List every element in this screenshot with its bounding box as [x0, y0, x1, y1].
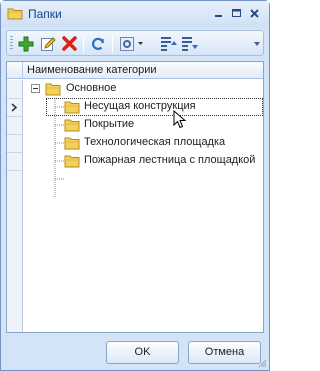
folder-icon — [64, 101, 80, 114]
row-indicator-column — [7, 80, 23, 332]
collapse-node-icon[interactable] — [31, 84, 40, 93]
folder-icon — [64, 155, 80, 168]
cancel-button[interactable]: Отмена — [188, 341, 261, 364]
tree-node-label: Основное — [66, 82, 117, 94]
toolbar-separator — [112, 35, 113, 53]
tree-node-label: Технологическая площадка — [84, 136, 226, 148]
minimize-icon[interactable] — [211, 6, 226, 21]
toolbar-overflow-icon[interactable] — [253, 39, 261, 49]
tree-node-root[interactable]: Основное — [28, 80, 258, 98]
category-tree-grid: Наименование категории Основное Несущая … — [6, 61, 264, 333]
maximize-icon[interactable] — [229, 6, 244, 21]
toolbar — [6, 30, 264, 56]
header-corner — [7, 62, 23, 79]
row-indicator[interactable] — [7, 80, 22, 99]
folder-icon — [64, 137, 80, 150]
delete-icon[interactable] — [60, 35, 78, 53]
row-indicator[interactable] — [7, 152, 22, 171]
tree-node[interactable]: Пожарная лестница с площадкой — [64, 152, 260, 170]
resize-grip-icon[interactable] — [257, 358, 267, 368]
title-bar[interactable]: Папки — [1, 1, 269, 27]
edit-icon[interactable] — [39, 35, 57, 53]
window-title: Папки — [28, 7, 62, 21]
row-indicator[interactable] — [7, 116, 22, 135]
folder-icon — [64, 119, 80, 132]
tree-node-label: Пожарная лестница с площадкой — [84, 154, 256, 166]
expand-all-icon[interactable] — [159, 35, 177, 53]
collapse-all-icon[interactable] — [180, 35, 198, 53]
folder-icon — [7, 8, 23, 20]
toolbar-separator — [83, 35, 84, 53]
category-tree: Основное Несущая конструкция Покрытие Те… — [24, 80, 263, 332]
current-row-arrow-icon — [11, 103, 18, 112]
tree-node-label: Покрытие — [84, 118, 135, 130]
folder-icon — [45, 83, 61, 96]
tree-node[interactable]: Покрытие — [64, 116, 260, 134]
ok-button[interactable]: OK — [106, 341, 179, 364]
row-indicator-current[interactable] — [7, 98, 22, 117]
refresh-icon[interactable] — [89, 35, 107, 53]
folders-dialog: Папки Наименование категории Основное Не… — [0, 0, 270, 371]
toolbar-grip[interactable] — [10, 36, 13, 51]
tree-node[interactable]: Технологическая площадка — [64, 134, 260, 152]
mouse-pointer-icon — [173, 110, 187, 129]
settings-dropdown-icon[interactable] — [119, 35, 145, 53]
close-icon[interactable] — [247, 6, 262, 21]
add-icon[interactable] — [17, 35, 35, 53]
tree-node[interactable]: Несущая конструкция — [64, 98, 260, 116]
column-header-label: Наименование категории — [27, 64, 157, 76]
column-header[interactable]: Наименование категории — [7, 62, 263, 79]
row-indicator[interactable] — [7, 134, 22, 153]
